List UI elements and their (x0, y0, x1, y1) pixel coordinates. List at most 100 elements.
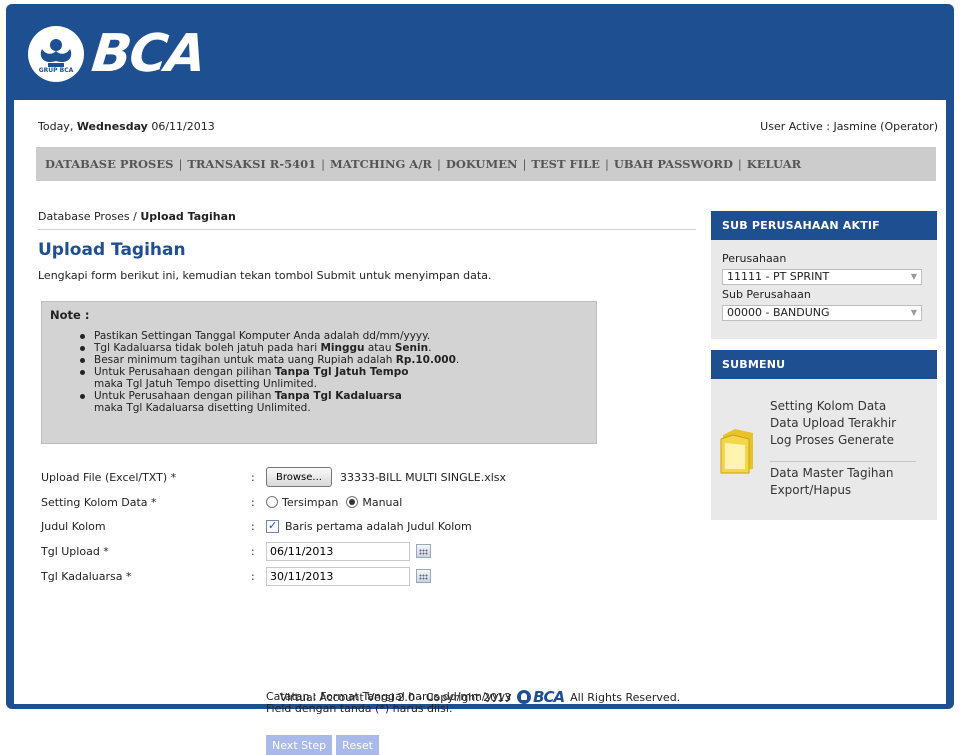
submenu-divider (770, 461, 916, 462)
note-text: Besar minimum tagihan untuk mata uang Ru… (94, 354, 396, 366)
today-day: Wednesday (76, 120, 148, 133)
footer-bca-logo: BCA (517, 688, 565, 706)
user-active: User Active : Jasmine (Operator) (760, 120, 938, 133)
tgl-upload-input[interactable] (266, 541, 410, 561)
note-bold: Senin (394, 342, 429, 354)
tgl-upload-label: Tgl Upload * (41, 544, 109, 558)
menu-separator: | (522, 157, 527, 171)
submenu-setting-kolom-data[interactable]: Setting Kolom Data (770, 399, 886, 413)
colon: : (251, 519, 255, 533)
submenu-data-upload-terakhir[interactable]: Data Upload Terakhir (770, 416, 896, 430)
radio-manual-label: Manual (362, 495, 403, 509)
next-step-button[interactable]: Next Step (266, 735, 333, 755)
sub-perusahaan-select[interactable]: 00000 - BANDUNG ▼ (722, 305, 922, 321)
judul-kolom-checkbox-label: Baris pertama adalah Judul Kolom (285, 519, 472, 533)
colon: : (251, 569, 255, 583)
menu-separator: | (321, 157, 325, 171)
note-title: Note : (50, 308, 90, 322)
radio-manual[interactable] (346, 496, 359, 508)
note-bold: Tanpa Tgl Kadaluarsa (274, 390, 402, 402)
menu-test-file[interactable]: TEST FILE (531, 157, 600, 171)
menu-ubah-password[interactable]: UBAH PASSWORD (614, 157, 733, 171)
upload-file-label: Upload File (Excel/TXT) * (41, 470, 177, 484)
submenu-export-hapus[interactable]: Export/Hapus (770, 483, 851, 497)
judul-kolom-checkbox[interactable] (266, 519, 279, 533)
radio-tersimpan-label: Tersimpan (282, 495, 339, 509)
today-prefix: Today, (38, 120, 77, 133)
sub-perusahaan-value: 00000 - BANDUNG (727, 306, 830, 319)
note-text: . (455, 354, 460, 366)
seal-text: GRUP BCA (38, 67, 74, 74)
form-buttons: Next Step Reset (266, 735, 379, 755)
file-name: 33333-BILL MULTI SINGLE.xlsx (339, 470, 507, 484)
submenu-log-proses-generate[interactable]: Log Proses Generate (770, 433, 894, 447)
note-bold: Tanpa Tgl Jatuh Tempo (274, 366, 409, 378)
tgl-kadaluarsa-input[interactable] (266, 566, 410, 586)
note-item: Untuk Perusahaan dengan pilihan Tanpa Tg… (80, 390, 588, 414)
sub-perusahaan-panel: SUB PERUSAHAAN AKTIF Perusahaan 11111 - … (711, 211, 937, 339)
note-item: Tgl Kadaluarsa tidak boleh jatuh pada ha… (80, 342, 588, 354)
chevron-down-icon: ▼ (910, 272, 917, 281)
logo-wordmark: BCA (88, 24, 208, 84)
note-bold: Rp.10.000 (395, 354, 456, 366)
page-title: Upload Tagihan (38, 240, 186, 260)
calendar-icon[interactable] (416, 544, 431, 558)
note-box: Note : Pastikan Settingan Tanggal Komput… (41, 301, 597, 444)
perusahaan-select[interactable]: 11111 - PT SPRINT ▼ (722, 269, 922, 285)
chevron-down-icon: ▼ (910, 308, 917, 317)
bca-seal-icon: GRUP BCA (28, 26, 84, 82)
row-judul-kolom: Judul Kolom : Baris pertama adalah Judul… (41, 514, 691, 538)
note-item: Untuk Perusahaan dengan pilihan Tanpa Tg… (80, 366, 588, 390)
page-frame: GRUP BCA BCA Today, Wednesday 06/11/2013… (6, 4, 954, 755)
submenu-data-master-tagihan[interactable]: Data Master Tagihan (770, 466, 893, 480)
note-text: maka Tgl Jatuh Tempo disetting Unlimited… (94, 378, 317, 390)
header: GRUP BCA BCA (6, 4, 954, 100)
main-menu: DATABASE PROSES | TRANSAKSI R-5401 | MAT… (36, 147, 936, 181)
reset-button[interactable]: Reset (336, 735, 379, 755)
judul-kolom-label: Judul Kolom (41, 519, 106, 533)
bca-seal-icon (517, 690, 532, 704)
folder-icon (719, 425, 759, 475)
menu-dokumen[interactable]: DOKUMEN (446, 157, 518, 171)
row-tgl-upload: Tgl Upload * : (41, 539, 691, 563)
breadcrumb-divider (38, 229, 696, 230)
row-setting-kolom: Setting Kolom Data * : Tersimpan Manual (41, 490, 691, 514)
sub-perusahaan-label: Sub Perusahaan (722, 288, 811, 301)
sub-perusahaan-title: SUB PERUSAHAAN AKTIF (711, 211, 937, 240)
menu-separator: | (178, 157, 183, 171)
menu-transaksi[interactable]: TRANSAKSI R-5401 (187, 157, 316, 171)
page-intro: Lengkapi form berikut ini, kemudian teka… (38, 269, 492, 282)
note-text: Untuk Perusahaan dengan pilihan (94, 390, 275, 402)
today-date-value: 06/11/2013 (147, 120, 215, 133)
colon: : (251, 495, 255, 509)
colon: : (251, 544, 255, 558)
footer-logo-text: BCA (533, 688, 565, 706)
breadcrumb: Database Proses / Upload Tagihan (38, 210, 236, 223)
breadcrumb-parent[interactable]: Database Proses (38, 210, 130, 223)
note-text: atau (364, 342, 395, 354)
menu-keluar[interactable]: KELUAR (747, 157, 801, 171)
setting-kolom-label: Setting Kolom Data * (41, 495, 157, 509)
note-text: maka Tgl Kadaluarsa disetting Unlimited. (94, 402, 311, 414)
note-bold: Minggu (320, 342, 365, 354)
note-list: Pastikan Settingan Tanggal Komputer Anda… (50, 330, 588, 414)
perusahaan-value: 11111 - PT SPRINT (727, 270, 830, 283)
note-text: Untuk Perusahaan dengan pilihan (94, 366, 275, 378)
perusahaan-label: Perusahaan (722, 252, 787, 265)
note-item: Besar minimum tagihan untuk mata uang Ru… (80, 354, 588, 366)
menu-separator: | (436, 157, 441, 171)
submenu-panel: SUBMENU Setting Kolom Data Data Upload T… (711, 350, 937, 520)
radio-tersimpan[interactable] (266, 496, 278, 508)
note-item: Pastikan Settingan Tanggal Komputer Anda… (80, 330, 588, 342)
bca-logo[interactable]: GRUP BCA BCA (28, 24, 208, 84)
browse-button[interactable]: Browse... (266, 467, 332, 487)
calendar-icon[interactable] (416, 569, 431, 583)
footer: Virtual Account Versi 2.0 - Copyright 20… (14, 688, 946, 706)
note-text: Pastikan Settingan Tanggal Komputer Anda… (94, 330, 431, 342)
submenu-title: SUBMENU (711, 350, 937, 379)
main-content: Today, Wednesday 06/11/2013 User Active … (14, 100, 946, 755)
menu-matching[interactable]: MATCHING A/R (330, 157, 432, 171)
breadcrumb-current: Upload Tagihan (140, 210, 236, 223)
menu-database-proses[interactable]: DATABASE PROSES (45, 157, 173, 171)
today-date: Today, Wednesday 06/11/2013 (38, 120, 215, 133)
